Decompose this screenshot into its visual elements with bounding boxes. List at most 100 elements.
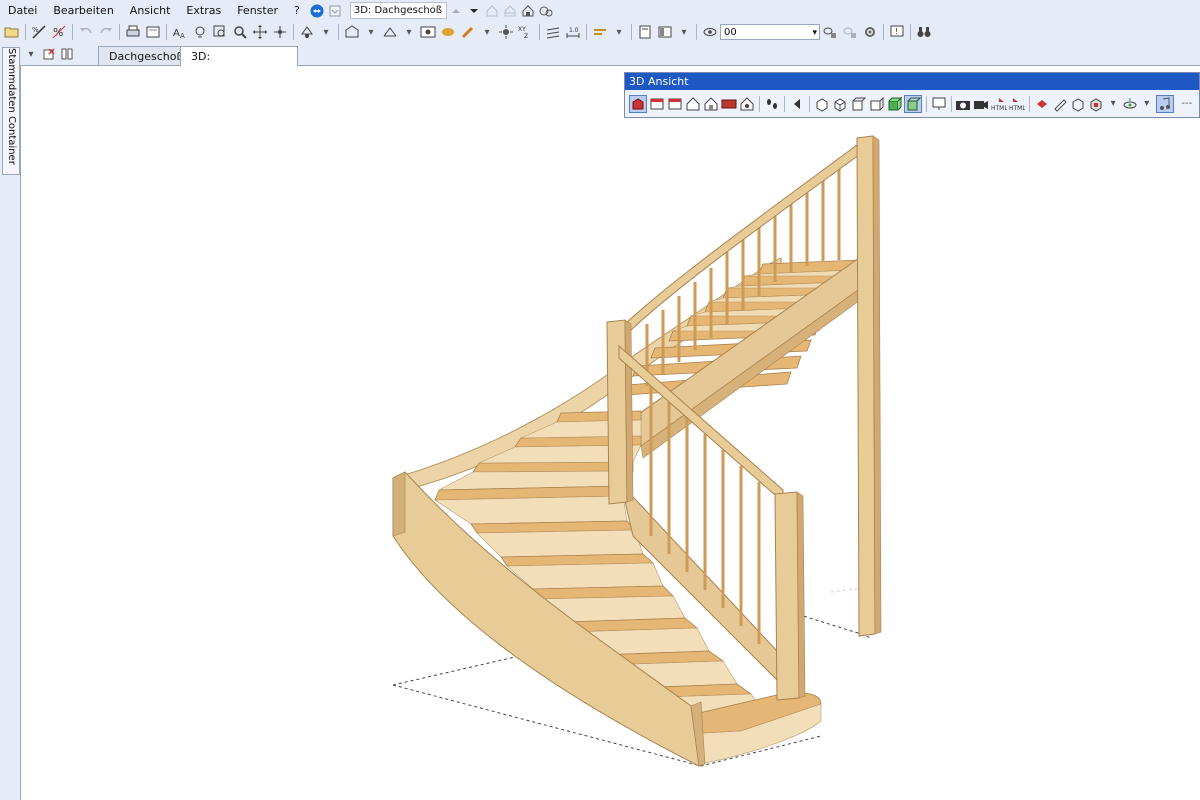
pan-icon[interactable] [251,23,269,41]
menu-help[interactable]: ? [286,0,308,21]
dimension-icon[interactable]: 1.0 [564,23,582,41]
svg-text:A: A [173,28,180,39]
paint-icon[interactable] [459,23,477,41]
light-source-icon[interactable] [497,23,515,41]
panel-title[interactable]: 3D Ansicht [625,73,1199,90]
house-outline-icon[interactable] [483,2,501,20]
layout-icon[interactable] [656,23,674,41]
move-icon[interactable] [271,23,289,41]
music-icon[interactable] [1155,94,1174,113]
chevron-down-icon[interactable]: ▾ [400,23,418,41]
svg-text:1.0: 1.0 [569,27,579,34]
cube-4-icon[interactable] [868,95,884,113]
chevron-down-icon[interactable]: ▾ [362,23,380,41]
chevron-down-icon[interactable]: ▾ [1105,95,1121,113]
house-gear-icon[interactable] [537,2,555,20]
cube-wire-icon[interactable] [1070,95,1086,113]
house-icon[interactable] [501,2,519,20]
main-toolbar: % % AA ▾ ▾ ▾ ▾ XYZ 1.0 ▾ ▾ 00 Starteinst… [0,21,1200,54]
perspective-icon[interactable] [381,23,399,41]
layout-icon[interactable] [636,23,654,41]
menu-fenster[interactable]: Fenster [229,0,286,21]
stepper-icon[interactable] [326,2,344,20]
cube-1-icon[interactable] [814,95,830,113]
svg-text:HTML: HTML [991,105,1007,112]
view-combo[interactable]: 3D: Dachgeschoß [349,2,447,19]
zoom-icon[interactable] [231,23,249,41]
red-material-icon[interactable] [1034,95,1050,113]
settings-icon[interactable] [861,23,879,41]
menu-ansicht[interactable]: Ansicht [122,0,179,21]
menu-datei[interactable]: Datei [0,0,45,21]
section-icon[interactable] [544,23,562,41]
floor-n-icon[interactable] [649,95,665,113]
teamviewer-icon[interactable] [308,2,326,20]
split-view-icon[interactable] [58,45,76,63]
filter-icon[interactable] [821,23,839,41]
coordinates-icon[interactable]: XY Z [517,23,535,41]
print-icon[interactable] [124,23,142,41]
svg-text:!: ! [895,27,898,36]
measure-icon[interactable]: % [30,23,48,41]
sidebar-label: Stammdaten Container [6,48,17,165]
house-front-icon[interactable] [685,95,701,113]
menu-bar: Datei Bearbeiten Ansicht Extras Fenster … [0,0,1200,21]
cube-2-icon[interactable] [832,95,848,113]
material-icon[interactable] [439,23,457,41]
chevron-down-icon[interactable]: ▾ [1139,95,1155,113]
html-export-icon[interactable]: HTML [1009,95,1025,113]
cube-3-icon[interactable] [850,95,866,113]
walk-icon[interactable] [298,23,316,41]
visibility-icon[interactable] [701,23,719,41]
3d-viewport[interactable] [21,66,1200,800]
eye-icon[interactable] [419,23,437,41]
view-icon[interactable] [343,23,361,41]
frame-icon[interactable] [591,23,609,41]
preview-icon[interactable] [144,23,162,41]
screen-icon[interactable] [931,95,947,113]
close-window-icon[interactable] [40,45,58,63]
menu-extras[interactable]: Extras [178,0,229,21]
tab-dachgeschoss[interactable]: Dachgeschoß [98,46,183,65]
sidebar: Stammdaten Container [0,43,21,800]
chevron-down-icon[interactable]: ▾ [610,23,628,41]
html-icon[interactable]: HTML [991,95,1007,113]
stammdaten-container-tab[interactable]: Stammdaten Container [2,47,20,175]
cube-active-icon[interactable] [903,94,922,113]
chevron-down-icon[interactable]: ▾ [317,23,335,41]
prev-icon[interactable] [789,95,805,113]
up-arrow-icon[interactable] [447,2,465,20]
chevron-down-icon[interactable]: ▾ [478,23,496,41]
house-gear-icon[interactable] [519,2,537,20]
tab-label: Dachgeschoß [109,50,184,63]
light-icon[interactable] [191,23,209,41]
undo-icon[interactable] [77,23,95,41]
house-side-icon[interactable] [703,95,719,113]
filter-icon[interactable] [841,23,859,41]
zoom-window-icon[interactable] [211,23,229,41]
chevron-down-icon[interactable]: ▾ [675,23,693,41]
floor-s-icon[interactable] [667,95,683,113]
cube-green-icon[interactable] [886,95,902,113]
chevron-down-icon[interactable]: ▾ [22,45,40,63]
help-icon[interactable]: ! [888,23,906,41]
render-icon[interactable] [629,94,647,113]
camera-video-icon[interactable] [973,95,989,113]
open-icon[interactable] [3,23,21,41]
camera-icon[interactable] [955,95,971,113]
menu-bearbeiten[interactable]: Bearbeiten [45,0,121,21]
house-top-icon[interactable] [739,95,755,113]
redo-icon[interactable] [97,23,115,41]
cube-red-icon[interactable] [1088,95,1104,113]
down-arrow-icon[interactable] [465,2,483,20]
pencil-icon[interactable] [1052,95,1068,113]
tab-3d-dachgeschoss[interactable]: 3D: Dachgeschoß × [180,46,298,83]
percent-icon[interactable]: % [50,23,68,41]
light-eye-icon[interactable] [1122,95,1138,113]
brick-icon[interactable] [721,95,737,113]
binoculars-icon[interactable] [915,23,933,41]
view-setting-select[interactable]: 00 Starteinstellung [720,24,820,54]
panel-more[interactable]: --- [1175,95,1199,113]
text-icon[interactable]: AA [171,23,189,41]
footsteps-icon[interactable] [764,95,780,113]
